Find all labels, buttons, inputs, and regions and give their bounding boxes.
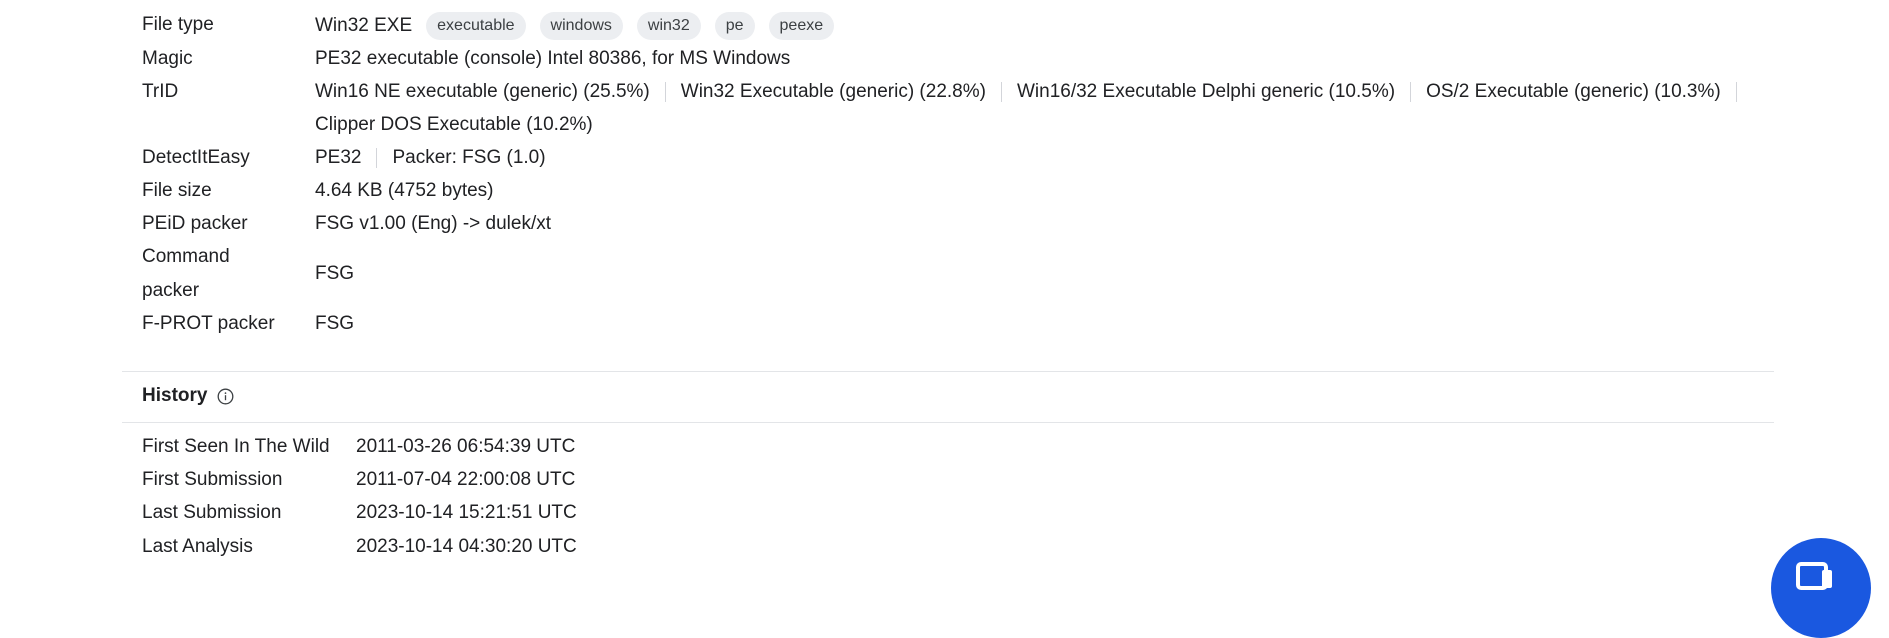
detectiteasy-label: DetectItEasy [142,147,250,168]
file-type-label: File type [142,14,214,35]
command-packer-value: FSG [315,263,355,284]
history-row-value: 2023-10-14 04:30:20 UTC [356,536,577,557]
peid-packer-value: FSG v1.00 (Eng) -> dulek/xt [315,213,552,234]
history-row-value: 2023-10-14 15:21:51 UTC [356,502,577,523]
command-packer-label-line2: packer [142,280,200,301]
trid-values: Win16 NE executable (generic) (25.5%) Wi… [315,81,1752,103]
file-size-value: 4.64 KB (4752 bytes) [315,180,494,201]
trid-item: Win16 NE executable (generic) (25.5%) [315,81,650,102]
file-type-value-row: Win32 EXE executable windows win32 pe pe… [315,12,835,40]
history-row-value: 2011-03-26 06:54:39 UTC [356,436,576,457]
history-row-label: First Seen In The Wild [142,436,330,457]
file-type-value: Win32 EXE [315,15,413,36]
chat-fab-button[interactable] [1771,538,1871,638]
detectiteasy-values: PE32 Packer: FSG (1.0) [315,147,546,169]
tag-pe[interactable]: pe [714,12,755,40]
trid-item: OS/2 Executable (generic) (10.3%) [1426,81,1721,102]
basic-properties-panel: File type Win32 EXE executable windows w… [122,0,1774,579]
fprot-packer-label: F-PROT packer [142,313,275,334]
detectiteasy-item: Packer: FSG (1.0) [392,147,546,168]
history-row-label: Last Analysis [142,536,253,557]
section-divider [122,371,1774,372]
separator [664,82,666,102]
detectiteasy-item: PE32 [315,147,362,168]
magic-label: Magic [142,48,193,69]
trid-label: TrID [142,81,179,102]
tag-peexe[interactable]: peexe [768,12,835,40]
file-size-label: File size [142,180,212,201]
command-packer-label-line1: Command [142,246,230,267]
separator [1735,82,1737,102]
history-row-label: Last Submission [142,502,282,523]
history-section-title: History [142,385,234,407]
trid-item: Clipper DOS Executable (10.2%) [315,114,593,135]
peid-packer-label: PEiD packer [142,213,248,234]
tag-executable[interactable]: executable [426,12,526,40]
trid-item: Win32 Executable (generic) (22.8%) [680,81,986,102]
history-title: History [142,385,208,406]
tag-win32[interactable]: win32 [636,12,701,40]
fprot-packer-value: FSG [315,313,355,334]
trid-item: Win16/32 Executable Delphi generic (10.5… [1016,81,1396,102]
separator [1410,82,1412,102]
separator [376,148,378,168]
tag-windows[interactable]: windows [539,12,623,40]
history-row-label: First Submission [142,469,283,490]
separator [1000,82,1002,102]
info-icon[interactable] [217,388,234,405]
section-divider [122,422,1774,423]
magic-value: PE32 executable (console) Intel 80386, f… [315,48,791,69]
history-row-value: 2011-07-04 22:00:08 UTC [356,469,576,490]
